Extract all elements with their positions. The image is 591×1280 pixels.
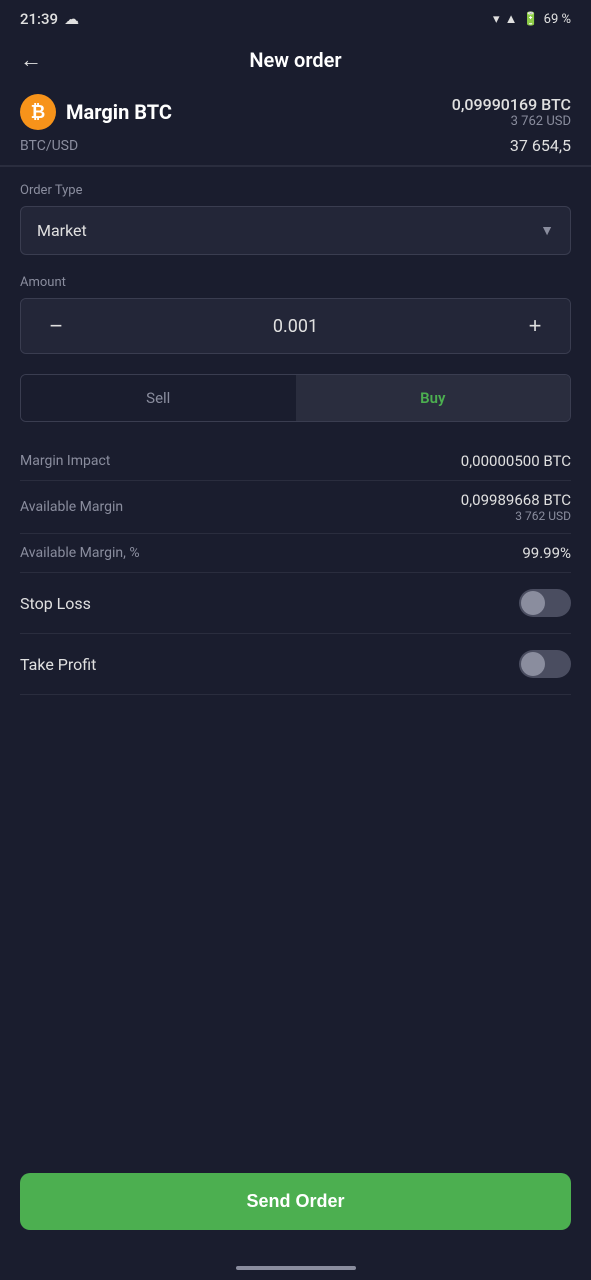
take-profit-thumb — [521, 652, 545, 676]
buy-button[interactable]: Buy — [296, 375, 571, 421]
stop-loss-toggle[interactable] — [519, 589, 571, 617]
page-title: New order — [249, 48, 341, 72]
order-type-value: Market — [37, 221, 87, 240]
increment-button[interactable]: + — [500, 299, 570, 353]
asset-name: Margin BTC — [66, 100, 172, 124]
asset-usd-amount: 3 762 USD — [452, 114, 571, 129]
order-type-label: Order Type — [20, 183, 571, 198]
signal-icon: ▲ — [505, 11, 518, 27]
back-button[interactable]: ← — [20, 47, 42, 73]
available-margin-pct-value: 99.99% — [522, 544, 571, 562]
battery-text: 69 % — [544, 12, 571, 27]
status-bar: 21:39 ☁ ▾ ▲ 🔋 69 % — [0, 0, 591, 34]
take-profit-label: Take Profit — [20, 655, 96, 674]
order-type-select[interactable]: Market ▼ — [20, 206, 571, 255]
pair-label: BTC/USD — [20, 138, 78, 154]
chevron-down-icon: ▼ — [540, 222, 554, 239]
take-profit-row: Take Profit — [20, 634, 571, 695]
amount-wrapper: Amount − 0.001 + — [20, 275, 571, 354]
buy-sell-toggle[interactable]: Sell Buy — [20, 374, 571, 422]
asset-btc-amount: 0,09990169 BTC — [452, 95, 571, 114]
stop-loss-row: Stop Loss — [20, 573, 571, 634]
stop-loss-thumb — [521, 591, 545, 615]
battery-icon: 🔋 — [522, 12, 538, 27]
stop-loss-label: Stop Loss — [20, 594, 91, 613]
pair-price: 37 654,5 — [510, 136, 571, 155]
decrement-button[interactable]: − — [21, 299, 91, 353]
btc-icon: ₿ — [20, 94, 56, 130]
amount-value: 0.001 — [91, 316, 500, 337]
amount-label: Amount — [20, 275, 571, 290]
available-margin-btc: 0,09989668 BTC — [461, 491, 571, 509]
sell-button[interactable]: Sell — [21, 375, 296, 421]
margin-impact-value: 0,00000500 BTC — [461, 452, 571, 470]
status-icons: ▾ ▲ 🔋 69 % — [493, 11, 571, 27]
available-margin-pct-label: Available Margin, % — [20, 545, 140, 561]
form-section: Order Type Market ▼ Amount − 0.001 + Sel… — [0, 167, 591, 1173]
available-margin-usd: 3 762 USD — [461, 509, 571, 523]
margin-impact-row: Margin Impact 0,00000500 BTC — [20, 442, 571, 481]
take-profit-toggle[interactable] — [519, 650, 571, 678]
available-margin-row: Available Margin 0,09989668 BTC 3 762 US… — [20, 481, 571, 534]
asset-values: 0,09990169 BTC 3 762 USD — [452, 95, 571, 129]
asset-section: ₿ Margin BTC 0,09990169 BTC 3 762 USD BT… — [0, 82, 591, 166]
wifi-icon: ▾ — [493, 12, 500, 27]
bottom-indicator — [236, 1266, 356, 1270]
cloud-icon: ☁ — [64, 10, 79, 28]
amount-control: − 0.001 + — [20, 298, 571, 354]
status-time: 21:39 ☁ — [20, 10, 79, 28]
available-margin-label: Available Margin — [20, 499, 123, 515]
margin-impact-label: Margin Impact — [20, 453, 110, 469]
send-order-button[interactable]: Send Order — [20, 1173, 571, 1230]
header: ← New order — [0, 34, 591, 82]
time-text: 21:39 — [20, 10, 58, 28]
available-margin-pct-row: Available Margin, % 99.99% — [20, 534, 571, 573]
